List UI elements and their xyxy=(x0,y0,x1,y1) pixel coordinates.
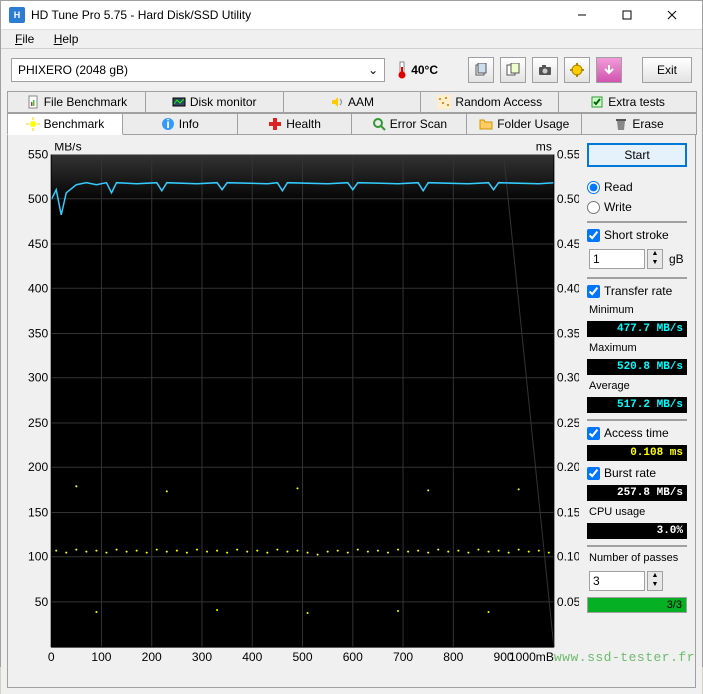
svg-text:600: 600 xyxy=(343,650,363,664)
start-button[interactable]: Start xyxy=(587,143,687,167)
short-stroke-input[interactable] xyxy=(589,249,645,269)
screenshot-button[interactable] xyxy=(532,57,558,83)
svg-text:400: 400 xyxy=(242,650,262,664)
chevron-down-icon: ⌄ xyxy=(368,63,378,77)
svg-text:0.25: 0.25 xyxy=(557,416,579,430)
svg-text:0.40: 0.40 xyxy=(557,281,579,295)
svg-text:50: 50 xyxy=(35,595,49,609)
svg-text:0.10: 0.10 xyxy=(557,550,579,564)
svg-text:0: 0 xyxy=(48,650,55,664)
exit-button[interactable]: Exit xyxy=(642,57,692,83)
titlebar: H HD Tune Pro 5.75 - Hard Disk/SSD Utili… xyxy=(1,1,702,30)
chart-svg: 550 500 450 400 350 300 250 200 150 100 50 MB/s… xyxy=(16,143,579,679)
svg-text:450: 450 xyxy=(28,237,48,251)
svg-text:200: 200 xyxy=(28,460,48,474)
svg-text:700: 700 xyxy=(393,650,413,664)
close-button[interactable] xyxy=(649,1,694,29)
tab-file-benchmark[interactable]: File Benchmark xyxy=(7,91,146,113)
app-window: H HD Tune Pro 5.75 - Hard Disk/SSD Utili… xyxy=(0,0,703,667)
maximize-button[interactable] xyxy=(604,1,649,29)
tab-extra-tests[interactable]: Extra tests xyxy=(558,91,697,113)
short-stroke-check[interactable] xyxy=(587,229,600,242)
svg-text:500: 500 xyxy=(28,192,48,206)
average-value: 517.2 MB/s xyxy=(587,397,687,413)
svg-text:300: 300 xyxy=(192,650,212,664)
svg-text:0.55: 0.55 xyxy=(557,148,579,162)
side-panel: Start Read Write Short stroke ▲▼ gB Tran… xyxy=(587,143,687,679)
svg-text:0.45: 0.45 xyxy=(557,237,579,251)
tab-disk-monitor[interactable]: Disk monitor xyxy=(145,91,284,113)
svg-text:MB/s: MB/s xyxy=(54,143,81,154)
short-stroke-spinner[interactable]: ▲▼ xyxy=(647,249,663,269)
svg-text:0.50: 0.50 xyxy=(557,192,579,206)
svg-text:150: 150 xyxy=(28,505,48,519)
svg-text:300: 300 xyxy=(28,371,48,385)
svg-text:i: i xyxy=(166,117,169,131)
svg-text:1000mB: 1000mB xyxy=(509,650,554,664)
svg-text:0.30: 0.30 xyxy=(557,371,579,385)
tab-random-access[interactable]: Random Access xyxy=(420,91,559,113)
thermometer-icon xyxy=(397,61,407,79)
cpu-usage-value: 3.0% xyxy=(587,523,687,539)
svg-text:0.20: 0.20 xyxy=(557,460,579,474)
svg-text:800: 800 xyxy=(443,650,463,664)
read-radio[interactable] xyxy=(587,181,600,194)
window-title: HD Tune Pro 5.75 - Hard Disk/SSD Utility xyxy=(31,8,559,22)
svg-text:550: 550 xyxy=(28,148,48,162)
access-time-check[interactable] xyxy=(587,427,600,440)
tab-erase[interactable]: Erase xyxy=(581,113,697,135)
drive-select[interactable]: PHIXERO (2048 gB) ⌄ xyxy=(11,58,385,82)
benchmark-chart: 550 500 450 400 350 300 250 200 150 100 50 MB/s… xyxy=(16,143,579,679)
temperature: 40°C xyxy=(391,61,444,79)
tab-error-scan[interactable]: Error Scan xyxy=(351,113,467,135)
app-icon: H xyxy=(9,7,25,23)
burst-rate-value: 257.8 MB/s xyxy=(587,485,687,501)
svg-text:500: 500 xyxy=(292,650,312,664)
svg-text:ms: ms xyxy=(536,143,552,154)
svg-text:100: 100 xyxy=(28,550,48,564)
write-radio[interactable] xyxy=(587,201,600,214)
tab-aam[interactable]: AAM xyxy=(283,91,422,113)
copy-screenshot-button[interactable] xyxy=(500,57,526,83)
tab-row-2: Benchmark iInfo Health Error Scan Folder… xyxy=(7,113,696,135)
main-panel: 550 500 450 400 350 300 250 200 150 100 50 MB/s… xyxy=(7,135,696,688)
tab-folder-usage[interactable]: Folder Usage xyxy=(466,113,582,135)
svg-text:100: 100 xyxy=(91,650,111,664)
tab-row-1: File Benchmark Disk monitor AAM Random A… xyxy=(7,91,696,113)
copy-info-button[interactable] xyxy=(468,57,494,83)
tab-info[interactable]: iInfo xyxy=(122,113,238,135)
passes-spinner[interactable]: ▲▼ xyxy=(647,571,663,591)
toolbar: PHIXERO (2048 gB) ⌄ 40°C Exit xyxy=(7,55,696,91)
menu-help[interactable]: Help xyxy=(46,30,87,48)
svg-text:350: 350 xyxy=(28,327,48,341)
svg-text:0.05: 0.05 xyxy=(557,595,579,609)
save-button[interactable] xyxy=(596,57,622,83)
watermark: www.ssd-tester.fr xyxy=(554,650,695,665)
temperature-value: 40°C xyxy=(411,63,438,77)
svg-text:400: 400 xyxy=(28,281,48,295)
progress-bar: 3/3 xyxy=(587,597,687,613)
svg-text:0.35: 0.35 xyxy=(557,327,579,341)
svg-text:0.15: 0.15 xyxy=(557,505,579,519)
passes-input[interactable] xyxy=(589,571,645,591)
minimize-button[interactable] xyxy=(559,1,604,29)
tab-health[interactable]: Health xyxy=(237,113,353,135)
tabs: File Benchmark Disk monitor AAM Random A… xyxy=(7,91,696,135)
menubar: File Help xyxy=(1,30,702,49)
settings-button[interactable] xyxy=(564,57,590,83)
access-time-value: 0.108 ms xyxy=(587,445,687,461)
burst-rate-check[interactable] xyxy=(587,467,600,480)
svg-text:200: 200 xyxy=(142,650,162,664)
svg-text:250: 250 xyxy=(28,416,48,430)
maximum-value: 520.8 MB/s xyxy=(587,359,687,375)
transfer-rate-check[interactable] xyxy=(587,285,600,298)
drive-select-label: PHIXERO (2048 gB) xyxy=(18,63,128,77)
menu-file[interactable]: File xyxy=(7,30,42,48)
content: PHIXERO (2048 gB) ⌄ 40°C Exit File Bench… xyxy=(1,49,702,694)
tab-benchmark[interactable]: Benchmark xyxy=(7,113,123,135)
minimum-value: 477.7 MB/s xyxy=(587,321,687,337)
